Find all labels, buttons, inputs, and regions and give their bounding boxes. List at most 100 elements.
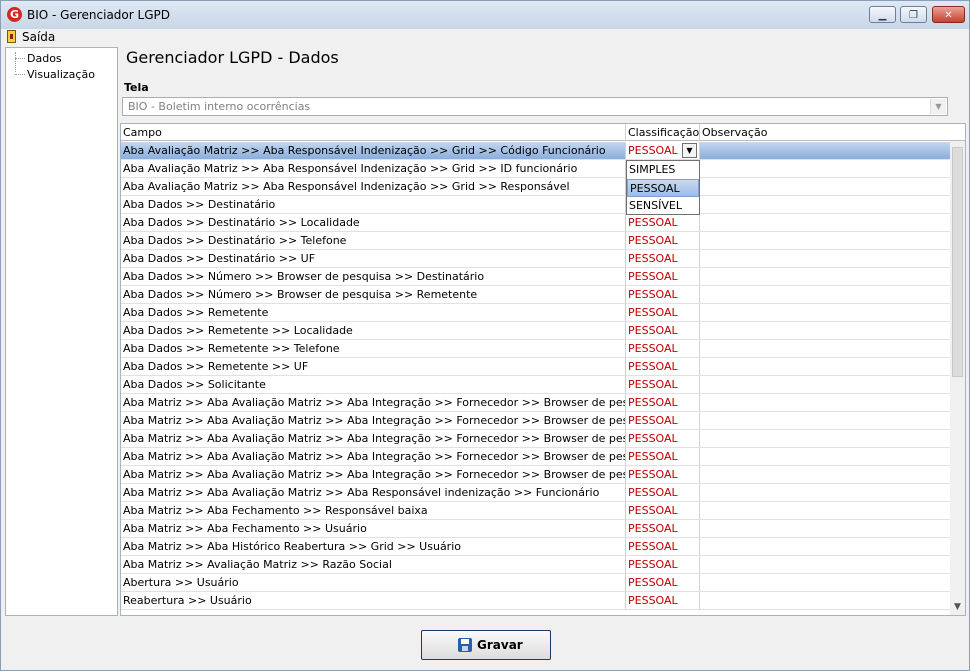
cell-observacao[interactable] — [700, 376, 951, 393]
table-row[interactable]: Aba Avaliação Matriz >> Aba Responsável … — [121, 142, 951, 160]
cell-classificacao[interactable]: PESSOAL — [626, 520, 700, 537]
table-row[interactable]: Aba Dados >> Remetente >> Telefone PESSOA… — [121, 340, 951, 358]
table-row[interactable]: Aba Avaliação Matriz >> Aba Responsável … — [121, 178, 951, 196]
cell-classificacao[interactable]: PESSOAL — [626, 430, 700, 447]
cell-observacao[interactable] — [700, 160, 951, 177]
cell-observacao[interactable] — [700, 232, 951, 249]
cell-classificacao[interactable]: PESSOAL — [626, 322, 700, 339]
cell-classificacao[interactable]: PESSOAL — [626, 484, 700, 501]
table-row[interactable]: Aba Matriz >> Aba Avaliação Matriz >> Ab… — [121, 484, 951, 502]
chevron-down-icon[interactable]: ▼ — [930, 99, 946, 114]
cell-campo: Aba Dados >> Destinatário — [121, 196, 626, 213]
cell-classificacao[interactable]: PESSOAL — [626, 304, 700, 321]
table-row[interactable]: Aba Matriz >> Avaliação Matriz >> Razão … — [121, 556, 951, 574]
cell-observacao[interactable] — [700, 304, 951, 321]
table-row[interactable]: Aba Matriz >> Aba Avaliação Matriz >> Ab… — [121, 394, 951, 412]
cell-classificacao[interactable]: PESSOAL — [626, 268, 700, 285]
exit-door-icon[interactable] — [7, 30, 16, 43]
cell-classificacao[interactable]: PESSOAL — [626, 574, 700, 591]
cell-observacao[interactable] — [700, 448, 951, 465]
cell-observacao[interactable] — [700, 466, 951, 483]
table-row[interactable]: Aba Dados >> Solicitante PESSOAL — [121, 376, 951, 394]
cell-observacao[interactable] — [700, 142, 951, 159]
tree-item-label: Visualização — [27, 68, 95, 81]
cell-observacao[interactable] — [700, 214, 951, 231]
table-row[interactable]: Aba Matriz >> Aba Fechamento >> Responsá… — [121, 502, 951, 520]
table-row[interactable]: Aba Avaliação Matriz >> Aba Responsável … — [121, 160, 951, 178]
table-row[interactable]: Aba Dados >> Número >> Browser de pesqui… — [121, 286, 951, 304]
column-header-classificacao[interactable]: Classificação — [626, 124, 700, 141]
cell-observacao[interactable] — [700, 340, 951, 357]
table-row[interactable]: Aba Matriz >> Aba Avaliação Matriz >> Ab… — [121, 466, 951, 484]
cell-observacao[interactable] — [700, 358, 951, 375]
app-window: G BIO - Gerenciador LGPD ▁ ❐ ✕ Saída Dad… — [0, 0, 970, 671]
table-row[interactable]: Aba Matriz >> Aba Avaliação Matriz >> Ab… — [121, 448, 951, 466]
save-button[interactable]: Gravar — [421, 630, 551, 660]
close-button[interactable]: ✕ — [932, 6, 965, 23]
cell-observacao[interactable] — [700, 538, 951, 555]
table-row[interactable]: Aba Matriz >> Aba Histórico Reabertura >… — [121, 538, 951, 556]
menu-item-exit[interactable]: Saída — [22, 30, 55, 44]
cell-observacao[interactable] — [700, 322, 951, 339]
cell-observacao[interactable] — [700, 556, 951, 573]
cell-classificacao[interactable]: PESSOAL — [626, 286, 700, 303]
tree-item-visualizacao[interactable]: Visualização — [6, 67, 117, 82]
app-logo-icon: G — [7, 7, 22, 22]
cell-observacao[interactable] — [700, 178, 951, 195]
table-row[interactable]: Aba Dados >> Remetente >> UF PESSOAL — [121, 358, 951, 376]
cell-observacao[interactable] — [700, 250, 951, 267]
table-row[interactable]: Aba Matriz >> Aba Avaliação Matriz >> Ab… — [121, 430, 951, 448]
cell-classificacao[interactable]: PESSOAL — [626, 340, 700, 357]
table-row[interactable]: Aba Dados >> Destinatário >> Localidade P… — [121, 214, 951, 232]
table-row[interactable]: Abertura >> Usuário PESSOAL — [121, 574, 951, 592]
cell-observacao[interactable] — [700, 592, 951, 609]
cell-classificacao[interactable]: PESSOAL — [626, 448, 700, 465]
cell-classificacao[interactable]: PESSOAL — [626, 250, 700, 267]
table-row[interactable]: Aba Dados >> Destinatário >> Telefone PES… — [121, 232, 951, 250]
cell-observacao[interactable] — [700, 484, 951, 501]
cell-classificacao[interactable]: PESSOAL — [626, 592, 700, 609]
cell-classificacao[interactable]: PESSOAL — [626, 214, 700, 231]
cell-campo: Aba Matriz >> Aba Histórico Reabertura >… — [121, 538, 626, 555]
cell-classificacao[interactable]: PESSOAL — [626, 376, 700, 393]
cell-observacao[interactable] — [700, 394, 951, 411]
table-row[interactable]: Aba Matriz >> Aba Avaliação Matriz >> Ab… — [121, 412, 951, 430]
save-button-label: Gravar — [477, 638, 523, 652]
cell-observacao[interactable] — [700, 430, 951, 447]
cell-classificacao[interactable]: PESSOAL — [626, 412, 700, 429]
column-header-campo[interactable]: Campo — [121, 124, 626, 141]
cell-observacao[interactable] — [700, 574, 951, 591]
table-row[interactable]: Aba Dados >> Número >> Browser de pesqui… — [121, 268, 951, 286]
cell-observacao[interactable] — [700, 520, 951, 537]
table-row[interactable]: Aba Dados >> Destinatário — [121, 196, 951, 214]
table-row[interactable]: Aba Dados >> Remetente PESSOAL — [121, 304, 951, 322]
column-header-observacao[interactable]: Observação — [700, 124, 951, 141]
dropdown-option-pessoal[interactable]: PESSOAL — [627, 179, 699, 197]
table-row[interactable]: Aba Dados >> Remetente >> Localidade PESS… — [121, 322, 951, 340]
cell-observacao[interactable] — [700, 196, 951, 213]
dropdown-option-sensivel[interactable]: SENSÍVEL — [627, 197, 699, 215]
table-row[interactable]: Aba Matriz >> Aba Fechamento >> Usuário P… — [121, 520, 951, 538]
cell-classificacao[interactable]: PESSOAL — [626, 394, 700, 411]
scrollbar-thumb[interactable] — [952, 147, 963, 377]
tela-select[interactable]: BIO - Boletim interno ocorrências ▼ — [122, 97, 948, 116]
cell-observacao[interactable] — [700, 502, 951, 519]
table-row[interactable]: Aba Dados >> Destinatário >> UF PESSOAL — [121, 250, 951, 268]
vertical-scrollbar[interactable]: ▼ — [950, 141, 965, 615]
chevron-down-icon[interactable]: ▼ — [682, 143, 697, 158]
table-row[interactable]: Reabertura >> Usuário PESSOAL — [121, 592, 951, 610]
tree-item-dados[interactable]: Dados — [6, 51, 117, 66]
cell-classificacao[interactable]: PESSOAL — [626, 358, 700, 375]
dropdown-option-simples[interactable]: SIMPLES — [627, 161, 699, 179]
cell-observacao[interactable] — [700, 286, 951, 303]
cell-classificacao[interactable]: PESSOAL — [626, 466, 700, 483]
minimize-button[interactable]: ▁ — [869, 6, 896, 23]
scroll-down-icon[interactable]: ▼ — [950, 600, 965, 615]
cell-observacao[interactable] — [700, 268, 951, 285]
cell-classificacao[interactable]: PESSOAL — [626, 502, 700, 519]
cell-classificacao[interactable]: PESSOAL — [626, 556, 700, 573]
cell-classificacao[interactable]: PESSOAL — [626, 538, 700, 555]
cell-observacao[interactable] — [700, 412, 951, 429]
maximize-button[interactable]: ❐ — [900, 6, 927, 23]
cell-classificacao[interactable]: PESSOAL — [626, 232, 700, 249]
